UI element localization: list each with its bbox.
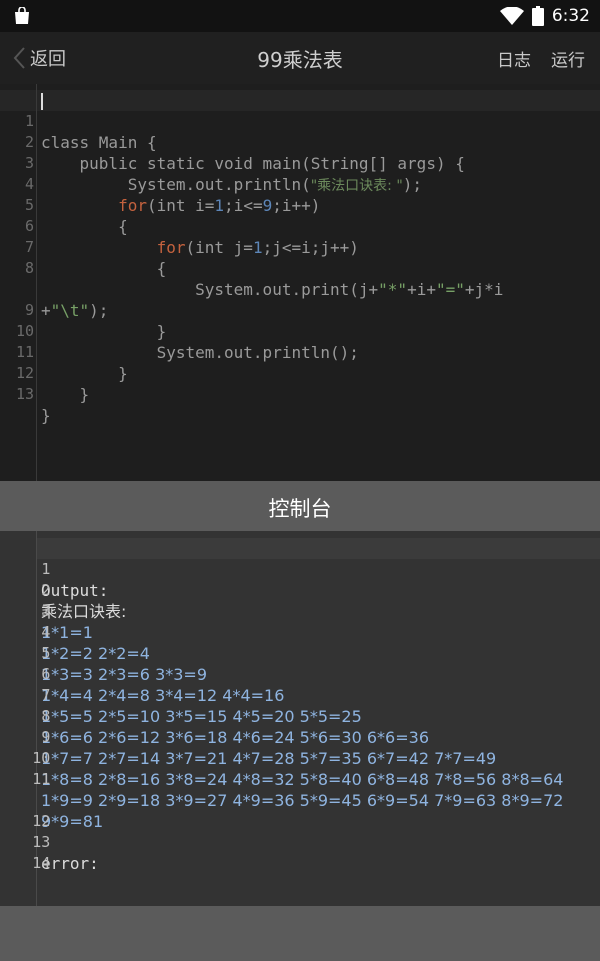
line-number: 13 [15, 385, 34, 403]
output-line: 1 Output: [0, 538, 600, 600]
output-line: 14 [0, 832, 600, 872]
console-header[interactable]: 控制台 [0, 481, 600, 531]
toolbar: 返回 99乘法表 日志 运行 [0, 32, 600, 84]
code-line: 12 } [0, 342, 600, 404]
console-output[interactable]: 1 Output: 2 乘法口诀表: 3 1*1=1 4 1*2=2 2*2=4… [0, 531, 600, 906]
console-title: 控制台 [268, 497, 332, 521]
output-line: 4 1*2=2 2*2=4 [0, 601, 600, 663]
shopping-bag-icon [15, 7, 29, 24]
output-line: 11 1*9=9 2*9=18 3*9=27 4*9=36 5*9=45 6*9… [0, 748, 600, 810]
output-line: 5 1*3=3 2*3=6 3*3=9 [0, 622, 600, 684]
code-text: } [41, 406, 51, 425]
code-line: 1 class Main { [0, 90, 600, 152]
code-editor[interactable]: 1 class Main { 2 public static void main… [0, 84, 600, 481]
output-line: 12 [0, 790, 600, 830]
output-line: 9*9=81 [0, 769, 600, 831]
output-line: 10 1*8=8 2*8=16 3*8=24 4*8=32 5*8=40 6*8… [0, 727, 600, 789]
bottom-bar [0, 906, 600, 961]
code-line: 9 } [0, 279, 600, 341]
code-line: 10 System.out.println(); [0, 300, 600, 362]
output-line: 13 error: [0, 811, 600, 873]
log-button[interactable]: 日志 [497, 46, 531, 71]
output-line: 3 1*1=1 [0, 580, 600, 642]
code-line: 5 { [0, 174, 600, 236]
status-bar: 6:32 [0, 0, 600, 32]
output-line: 7 1*5=5 2*5=10 3*5=15 4*5=20 5*5=25 [0, 664, 600, 726]
code-line: 13 } [0, 363, 600, 425]
run-button[interactable]: 运行 [551, 46, 585, 71]
output-line: 2 乘法口诀表: [0, 559, 600, 621]
code-line: +"\t"); [0, 258, 600, 320]
code-line: 6 for(int j=1;j<=i;j++) [0, 195, 600, 257]
output-line: 6 1*4=4 2*4=8 3*4=12 4*4=16 [0, 643, 600, 705]
wifi-icon [499, 7, 524, 25]
code-line: 7 { [0, 216, 600, 278]
output-line: 8 1*6=6 2*6=12 3*6=18 4*6=24 5*6=30 6*6=… [0, 685, 600, 747]
line-number: 14 [32, 854, 51, 872]
code-line: 3 System.out.println("乘法口诀表: "); [0, 132, 600, 194]
code-line: 2 public static void main(String[] args)… [0, 111, 600, 173]
output-line: 9 1*7=7 2*7=14 3*7=21 4*7=28 5*7=35 6*7=… [0, 706, 600, 768]
code-text: } [41, 385, 90, 404]
code-line: 4 for(int i=1;i<=9;i++) [0, 153, 600, 215]
status-time: 6:32 [551, 6, 590, 26]
code-line: 8 System.out.print(j+"*"+i+"="+j*i [0, 237, 600, 299]
code-line: 11 } [0, 321, 600, 383]
battery-icon [531, 6, 544, 26]
